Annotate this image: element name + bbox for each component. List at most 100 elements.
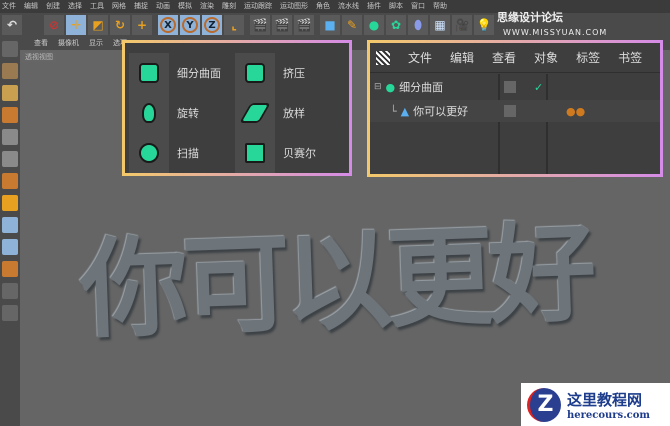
sweep-icon (129, 133, 169, 173)
live-select-icon[interactable]: ⊘ (44, 15, 64, 35)
viewport-menu-display[interactable]: 显示 (89, 37, 103, 50)
light-icon[interactable]: 💡 (474, 15, 494, 35)
render-picture-viewer-icon[interactable]: 🎬 (272, 15, 292, 35)
tweak-mode-icon[interactable] (2, 217, 18, 233)
menu-render[interactable]: 渲染 (200, 0, 214, 13)
menu-select[interactable]: 选择 (68, 0, 82, 13)
layer-icon[interactable] (504, 105, 516, 117)
menu-file[interactable]: 文件 (2, 0, 16, 13)
texture-mode-icon[interactable] (2, 85, 18, 101)
floor-icon[interactable]: ▦ (430, 15, 450, 35)
z-axis-button[interactable]: Z (202, 15, 222, 35)
om-menu-bookmarks[interactable]: 书签 (618, 49, 642, 66)
axis-mode-icon[interactable] (2, 195, 18, 211)
menu-mesh[interactable]: 网格 (112, 0, 126, 13)
watermark-cn: 思缘设计论坛 (497, 11, 563, 24)
om-menu-edit[interactable]: 编辑 (450, 49, 474, 66)
subdivision-icon[interactable]: ● (364, 15, 384, 35)
object-row[interactable]: └ ▲ 你可以更好 ●● (370, 100, 660, 122)
magnet-icon[interactable] (2, 261, 18, 277)
watermark: 思缘设计论坛 WWW.MISSYUAN.COM (497, 9, 670, 38)
menu-help[interactable]: 帮助 (433, 0, 447, 13)
polygons-mode-icon[interactable] (2, 173, 18, 189)
deformer-icon[interactable]: ⬮ (408, 15, 428, 35)
recent-tool-icon[interactable]: + (132, 15, 152, 35)
extrude-icon (235, 53, 275, 93)
menu-motion-tracking[interactable]: 运动跟踪 (244, 0, 272, 13)
menu-plugins[interactable]: 插件 (367, 0, 381, 13)
tree-branch: └ (390, 104, 397, 118)
generator-loft[interactable]: 放样 (235, 93, 305, 133)
generator-bezier[interactable]: 贝赛尔 (235, 133, 316, 173)
left-toolbar (0, 37, 20, 426)
layer-icon[interactable] (504, 81, 516, 93)
grid-icon[interactable] (2, 305, 18, 321)
y-axis-button[interactable]: Y (180, 15, 200, 35)
menu-character[interactable]: 角色 (316, 0, 330, 13)
grid-handle-icon[interactable] (376, 50, 390, 65)
menu-animate[interactable]: 动画 (156, 0, 170, 13)
lock-icon[interactable] (2, 283, 18, 299)
menu-edit[interactable]: 编辑 (24, 0, 38, 13)
generator-lathe[interactable]: 旋转 (129, 93, 199, 133)
object-manager-menu: 文件 编辑 查看 对象 标签 书签 (370, 43, 660, 73)
bezier-icon (235, 133, 275, 173)
make-editable-icon[interactable] (2, 41, 18, 57)
coordinate-system-icon[interactable]: ⌞ (224, 15, 244, 35)
collapse-icon[interactable]: ⊟ (374, 82, 382, 92)
enabled-check-icon[interactable]: ✓ (534, 81, 543, 94)
object-name: 细分曲面 (399, 81, 444, 94)
generator-extrude[interactable]: 挤压 (235, 53, 305, 93)
loft-icon (235, 93, 275, 133)
menu-script[interactable]: 脚本 (389, 0, 403, 13)
om-menu-tags[interactable]: 标签 (576, 49, 600, 66)
generator-sweep[interactable]: 扫描 (129, 133, 199, 173)
cube-icon[interactable]: ■ (320, 15, 340, 35)
menu-sculpt[interactable]: 雕刻 (222, 0, 236, 13)
object-name: 你可以更好 (413, 105, 469, 118)
site-logo: Z 这里教程网 herecours.com (521, 383, 670, 426)
viewport-menu-view[interactable]: 查看 (34, 37, 48, 50)
x-axis-button[interactable]: X (158, 15, 178, 35)
menu-pipeline[interactable]: 流水线 (338, 0, 359, 13)
menu-simulate[interactable]: 模拟 (178, 0, 192, 13)
undo-icon[interactable]: ↶ (2, 15, 22, 35)
menu-window[interactable]: 窗口 (411, 0, 425, 13)
render-view-icon[interactable]: 🎬 (250, 15, 270, 35)
om-menu-file[interactable]: 文件 (408, 49, 432, 66)
om-menu-objects[interactable]: 对象 (534, 49, 558, 66)
3d-text-object[interactable]: 你可以更好 (77, 186, 592, 360)
pen-icon[interactable]: ✎ (342, 15, 362, 35)
watermark-url: WWW.MISSYUAN.COM (503, 28, 608, 37)
menu-create[interactable]: 创建 (46, 0, 60, 13)
snap-icon[interactable] (2, 239, 18, 255)
logo-z-icon: Z (527, 387, 561, 422)
scale-icon[interactable]: ◩ (88, 15, 108, 35)
viewport-menu-cameras[interactable]: 摄像机 (58, 37, 79, 50)
workplane-icon[interactable] (2, 107, 18, 123)
object-manager: 文件 编辑 查看 对象 标签 书签 ⊟ ● 细分曲面 ✓ └ ▲ 你可以更好 ●… (367, 40, 663, 177)
logo-url: herecours.com (567, 409, 651, 421)
render-settings-icon[interactable]: 🎬 (294, 15, 314, 35)
menu-mograph[interactable]: 运动图形 (280, 0, 308, 13)
edges-mode-icon[interactable] (2, 151, 18, 167)
phong-tag-icon[interactable]: ●● (566, 105, 585, 118)
menu-tools[interactable]: 工具 (90, 0, 104, 13)
subdivision-surface-icon: ● (385, 80, 396, 94)
generators-panel: 细分曲面 挤压 旋转 放样 扫描 贝赛尔 (122, 40, 352, 176)
menu-snap[interactable]: 捕捉 (134, 0, 148, 13)
object-row[interactable]: ⊟ ● 细分曲面 ✓ (370, 76, 660, 98)
cloner-icon[interactable]: ✿ (386, 15, 406, 35)
camera-icon[interactable]: 🎥 (452, 15, 472, 35)
subdivision-surface-icon (129, 53, 169, 93)
om-menu-view[interactable]: 查看 (492, 49, 516, 66)
lathe-icon (129, 93, 169, 133)
points-mode-icon[interactable] (2, 129, 18, 145)
rotate-icon[interactable]: ↻ (110, 15, 130, 35)
generator-subdivision-surface[interactable]: 细分曲面 (129, 53, 221, 93)
viewport-label: 透视视图 (22, 52, 56, 62)
move-icon[interactable]: ✛ (66, 15, 86, 35)
logo-title: 这里教程网 (567, 390, 643, 409)
model-mode-icon[interactable] (2, 63, 18, 79)
spline-icon: ▲ (400, 104, 410, 118)
